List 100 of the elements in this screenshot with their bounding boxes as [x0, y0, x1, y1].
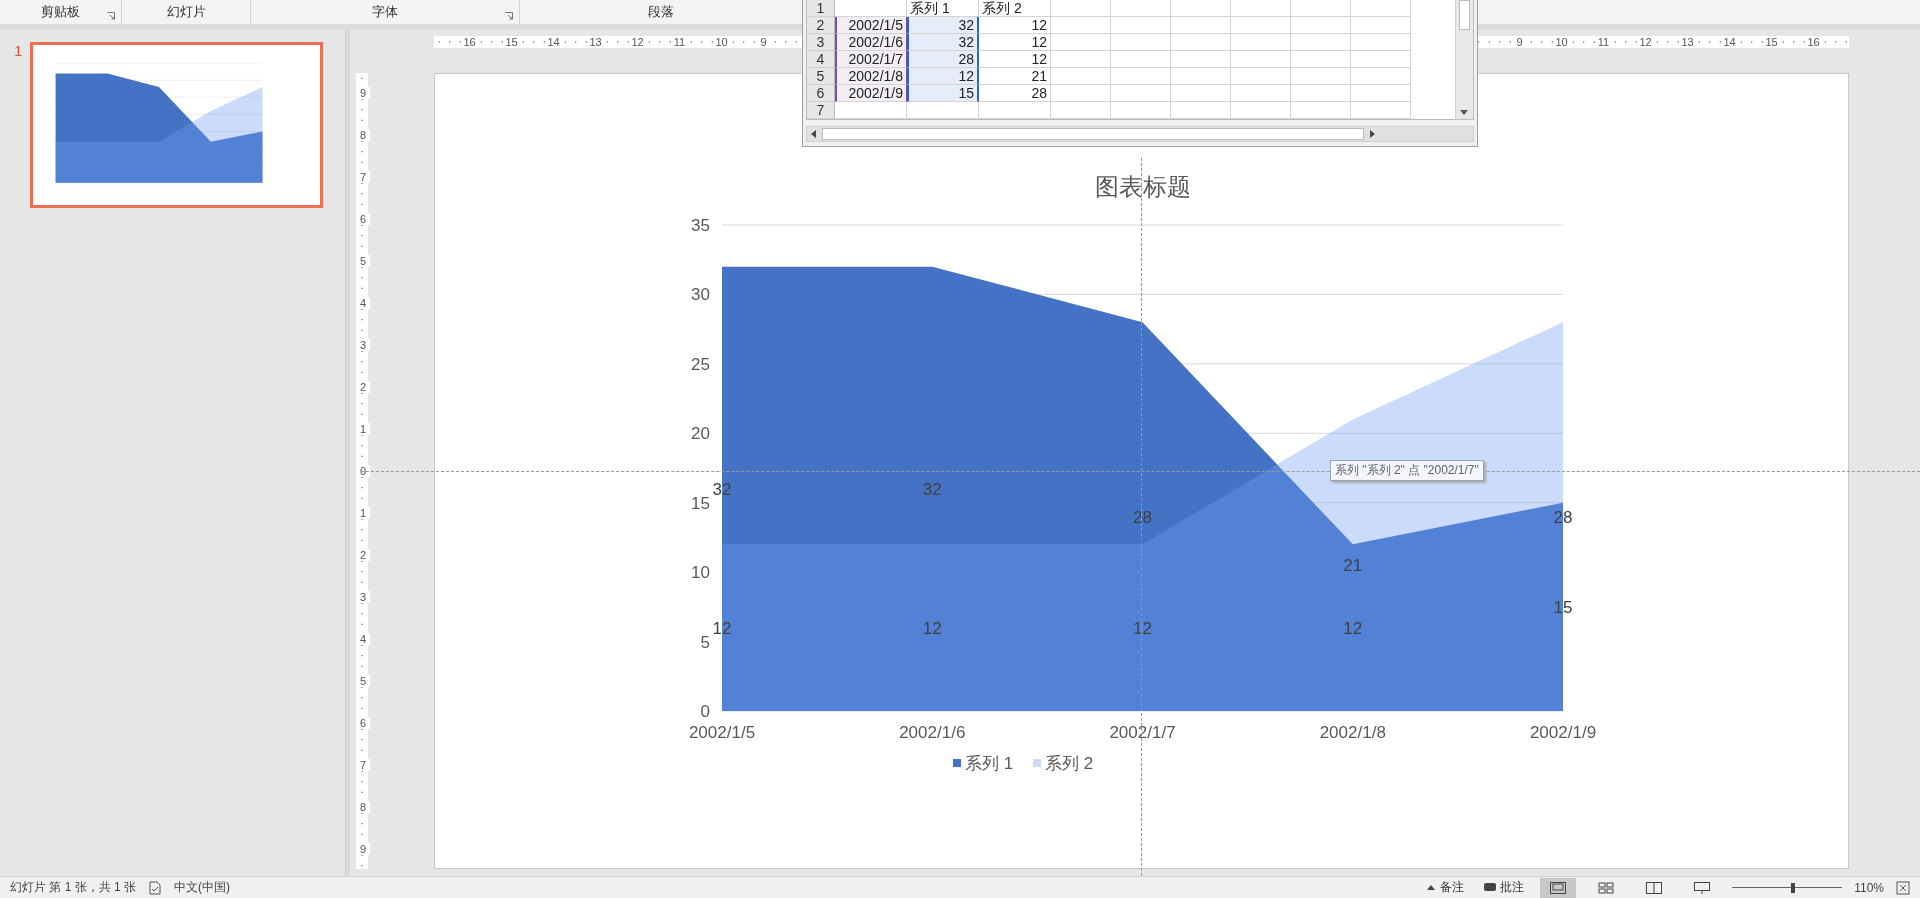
table-cell[interactable] [1111, 34, 1171, 51]
x-axis-label: 2002/1/5 [688, 723, 756, 742]
data-label: 12 [922, 618, 942, 638]
table-cell[interactable] [1111, 85, 1171, 102]
zoom-level[interactable]: 110% [1854, 880, 1884, 895]
table-cell[interactable] [1231, 0, 1291, 17]
table-cell[interactable] [1171, 51, 1231, 68]
table-cell[interactable] [1111, 68, 1171, 85]
data-label: 28 [1553, 507, 1573, 527]
table-cell[interactable] [1231, 68, 1291, 85]
horizontal-scrollbar[interactable] [806, 126, 1474, 142]
table-cell[interactable] [1231, 17, 1291, 34]
table-cell[interactable] [1051, 0, 1111, 17]
fit-to-window-icon[interactable] [1896, 880, 1910, 895]
x-axis-label: 2002/1/6 [899, 723, 966, 742]
table-cell[interactable] [1171, 102, 1231, 119]
table-cell[interactable] [1291, 51, 1351, 68]
table-cell[interactable]: 2002/1/6 [835, 34, 907, 51]
table-cell[interactable] [1291, 17, 1351, 34]
table-cell[interactable] [1111, 17, 1171, 34]
table-cell[interactable] [1291, 102, 1351, 119]
ruler-number: 16 [462, 36, 477, 48]
table-cell[interactable] [1231, 85, 1291, 102]
table-cell[interactable] [1051, 102, 1111, 119]
table-cell[interactable] [1291, 0, 1351, 17]
scroll-right-icon[interactable] [1370, 130, 1375, 138]
table-cell[interactable]: 12 [979, 17, 1051, 34]
table-cell[interactable] [1291, 68, 1351, 85]
row-header[interactable]: 5 [807, 68, 835, 85]
table-cell[interactable]: 21 [979, 68, 1051, 85]
table-cell[interactable] [1051, 85, 1111, 102]
table-cell[interactable] [1351, 68, 1411, 85]
table-cell[interactable] [1171, 34, 1231, 51]
table-cell[interactable] [1111, 51, 1171, 68]
table-cell[interactable] [1231, 102, 1291, 119]
dialog-launcher-icon[interactable] [505, 12, 513, 20]
table-cell[interactable]: 12 [979, 51, 1051, 68]
row-header[interactable]: 3 [807, 34, 835, 51]
table-cell[interactable] [1351, 102, 1411, 119]
table-cell[interactable] [1351, 17, 1411, 34]
table-cell[interactable] [979, 102, 1051, 119]
table-cell[interactable]: 15 [907, 85, 979, 102]
table-cell[interactable]: 系列 2 [979, 0, 1051, 17]
language-label[interactable]: 中文(中国) [174, 879, 231, 896]
table-cell[interactable] [1051, 17, 1111, 34]
scrollbar-thumb[interactable] [822, 128, 1364, 140]
row-header[interactable]: 2 [807, 17, 835, 34]
table-cell[interactable] [1351, 0, 1411, 17]
table-cell[interactable] [1051, 34, 1111, 51]
table-cell[interactable]: 32 [907, 17, 979, 34]
table-cell[interactable] [1051, 68, 1111, 85]
table-cell[interactable] [1291, 85, 1351, 102]
table-cell[interactable] [1171, 17, 1231, 34]
table-cell[interactable]: 12 [907, 68, 979, 85]
row-header[interactable]: 7 [807, 102, 835, 119]
table-cell[interactable] [1351, 51, 1411, 68]
table-cell[interactable] [1111, 0, 1171, 17]
table-cell[interactable]: 28 [907, 51, 979, 68]
table-cell[interactable]: 2002/1/7 [835, 51, 907, 68]
table-cell[interactable]: 2002/1/5 [835, 17, 907, 34]
y-axis-label: 35 [691, 216, 710, 235]
row-header[interactable]: 6 [807, 85, 835, 102]
table-cell[interactable] [1051, 51, 1111, 68]
ruler-number: 15 [1764, 36, 1779, 48]
slide-thumbnail[interactable] [30, 42, 324, 208]
table-cell[interactable]: 2002/1/9 [835, 85, 907, 102]
data-label: 28 [1133, 507, 1152, 527]
comments-button[interactable]: 批注 [1480, 879, 1529, 896]
normal-view-button[interactable] [1540, 877, 1577, 898]
document-check-icon[interactable] [148, 880, 163, 895]
scroll-left-icon[interactable] [811, 130, 816, 138]
table-cell[interactable] [1291, 34, 1351, 51]
table-cell[interactable]: 2002/1/8 [835, 68, 907, 85]
guide-line[interactable] [1141, 158, 1142, 876]
notes-button[interactable]: 备注 [1422, 879, 1469, 896]
zoom-slider[interactable] [1732, 881, 1843, 894]
table-cell[interactable] [1231, 34, 1291, 51]
table-cell[interactable]: 12 [979, 34, 1051, 51]
table-cell[interactable] [835, 102, 907, 119]
ruler-number: 14 [546, 36, 561, 48]
ribbon-group-label: 剪贴板 [41, 3, 80, 21]
vertical-scrollbar[interactable] [1455, 0, 1473, 119]
data-label: 21 [1343, 556, 1363, 576]
table-cell[interactable] [1111, 102, 1171, 119]
table-cell[interactable] [1351, 34, 1411, 51]
table-cell[interactable] [1171, 0, 1231, 17]
table-cell[interactable]: 32 [907, 34, 979, 51]
dialog-launcher-icon[interactable] [107, 12, 115, 20]
row-header[interactable]: 1 [807, 0, 835, 17]
table-cell[interactable] [1231, 51, 1291, 68]
row-header[interactable]: 4 [807, 51, 835, 68]
scrollbar-thumb[interactable] [1459, 0, 1470, 30]
table-cell[interactable] [1351, 85, 1411, 102]
table-cell[interactable] [907, 102, 979, 119]
ruler-number: 11 [672, 36, 687, 48]
table-cell[interactable] [1171, 85, 1231, 102]
scroll-down-icon[interactable] [1460, 110, 1468, 115]
comment-icon [1484, 882, 1497, 893]
table-cell[interactable] [1171, 68, 1231, 85]
table-cell[interactable]: 28 [979, 85, 1051, 102]
